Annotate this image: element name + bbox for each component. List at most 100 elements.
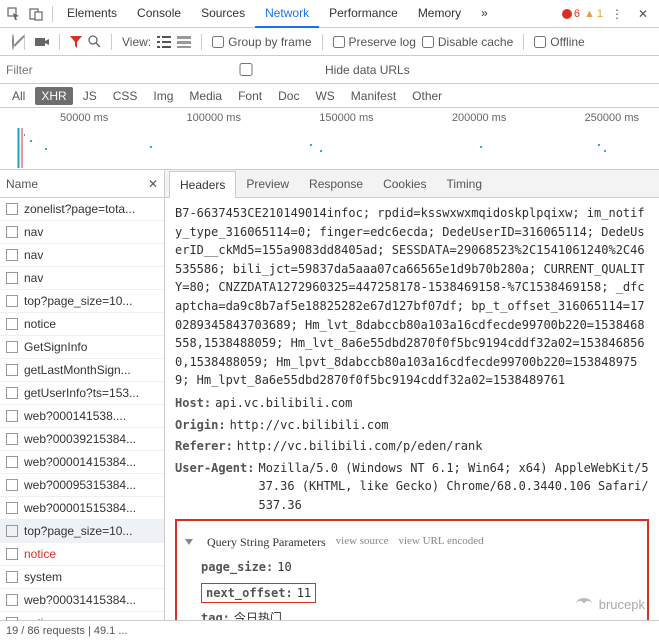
request-item[interactable]: top?page_size=10... [0, 290, 164, 313]
param-key: next_offset: [206, 584, 293, 603]
clear-icon[interactable] [12, 35, 14, 49]
request-item[interactable]: top?page_size=10... [0, 520, 164, 543]
request-item[interactable]: notice [0, 612, 164, 620]
request-item[interactable]: web?00031415384... [0, 589, 164, 612]
file-icon [6, 341, 18, 353]
request-item[interactable]: getLastMonthSign... [0, 359, 164, 382]
type-doc[interactable]: Doc [272, 87, 305, 105]
request-item[interactable]: zonelist?page=tota... [0, 198, 164, 221]
request-item[interactable]: GetSignInfo [0, 336, 164, 359]
type-js[interactable]: JS [77, 87, 103, 105]
type-css[interactable]: CSS [107, 87, 144, 105]
request-name: top?page_size=10... [24, 524, 132, 538]
type-all[interactable]: All [6, 87, 31, 105]
request-item[interactable]: notice [0, 543, 164, 566]
request-name: web?000141538.... [24, 409, 126, 423]
file-icon [6, 272, 18, 284]
kebab-menu-icon[interactable]: ⋮ [607, 4, 627, 24]
search-icon[interactable] [88, 35, 101, 48]
request-item[interactable]: web?00001515384... [0, 497, 164, 520]
view-list-icon[interactable] [157, 36, 171, 48]
request-name: getUserInfo?ts=153... [24, 386, 139, 400]
file-icon [6, 387, 18, 399]
file-icon [6, 203, 18, 215]
header-key-user-agent: User-Agent: [175, 459, 254, 515]
inspect-icon[interactable] [4, 4, 24, 24]
type-img[interactable]: Img [147, 87, 179, 105]
timeline-overview[interactable]: 50000 ms 100000 ms 150000 ms 200000 ms 2… [0, 108, 659, 170]
checkbox-group-by-frame[interactable]: Group by frame [212, 35, 311, 49]
request-item[interactable]: nav [0, 267, 164, 290]
type-manifest[interactable]: Manifest [345, 87, 402, 105]
tab-network[interactable]: Network [255, 0, 319, 28]
filter-icon[interactable] [70, 36, 82, 48]
request-item[interactable]: web?000141538.... [0, 405, 164, 428]
detail-tab-cookies[interactable]: Cookies [373, 171, 436, 197]
request-item[interactable]: nav [0, 244, 164, 267]
device-toolbar-icon[interactable] [26, 4, 46, 24]
view-label: View: [122, 35, 151, 49]
detail-tab-headers[interactable]: Headers [169, 171, 236, 198]
request-item[interactable]: nav [0, 221, 164, 244]
request-name: web?00001515384... [24, 501, 136, 515]
request-name: nav [24, 225, 43, 239]
detail-tab-response[interactable]: Response [299, 171, 373, 197]
request-list[interactable]: zonelist?page=tota...navnavnavtop?page_s… [0, 198, 164, 620]
column-header-name[interactable]: Name [6, 177, 38, 191]
error-count[interactable]: 6 [562, 8, 580, 20]
close-devtools-icon[interactable]: ✕ [633, 4, 653, 24]
request-item[interactable]: system [0, 566, 164, 589]
request-item[interactable]: getUserInfo?ts=153... [0, 382, 164, 405]
warning-count[interactable]: ▲1 [584, 8, 603, 20]
tab-more[interactable]: » [471, 0, 498, 28]
request-item[interactable]: web?00039215384... [0, 428, 164, 451]
file-icon [6, 456, 18, 468]
header-key-origin: Origin: [175, 416, 226, 435]
expand-icon[interactable] [185, 539, 193, 545]
checkbox-preserve-log[interactable]: Preserve log [333, 35, 416, 49]
request-name: web?00039215384... [24, 432, 136, 446]
type-font[interactable]: Font [232, 87, 268, 105]
file-icon [6, 249, 18, 261]
request-item[interactable]: notice [0, 313, 164, 336]
query-string-parameters-box: Query String Parameters view source view… [175, 519, 649, 621]
link-view-source[interactable]: view source [336, 533, 389, 550]
request-name: nav [24, 248, 43, 262]
checkbox-hide-data-urls[interactable]: Hide data URLs [171, 63, 410, 77]
close-detail-icon[interactable]: ✕ [148, 177, 158, 191]
checkbox-offline[interactable]: Offline [534, 35, 584, 49]
file-icon [6, 525, 18, 537]
file-icon [6, 433, 18, 445]
type-ws[interactable]: WS [309, 87, 340, 105]
file-icon [6, 295, 18, 307]
request-name: getLastMonthSign... [24, 363, 131, 377]
type-xhr[interactable]: XHR [35, 87, 72, 105]
header-key-referer: Referer: [175, 437, 233, 456]
tab-memory[interactable]: Memory [408, 0, 471, 28]
tab-sources[interactable]: Sources [191, 0, 255, 28]
param-value: 今日热门 [234, 609, 282, 620]
view-large-icon[interactable] [177, 36, 191, 48]
file-icon [6, 571, 18, 583]
link-view-url-encoded[interactable]: view URL encoded [398, 533, 483, 550]
tick-label: 100000 ms [187, 112, 241, 124]
request-item[interactable]: web?00095315384... [0, 474, 164, 497]
tab-elements[interactable]: Elements [57, 0, 127, 28]
detail-tab-timing[interactable]: Timing [436, 171, 492, 197]
param-value: 10 [277, 558, 291, 577]
request-name: GetSignInfo [24, 340, 87, 354]
section-title-qsp[interactable]: Query String Parameters [207, 533, 326, 552]
type-other[interactable]: Other [406, 87, 448, 105]
type-media[interactable]: Media [183, 87, 228, 105]
request-item[interactable]: web?00001415384... [0, 451, 164, 474]
header-value-cookie: B7-6637453CE210149014infoc; rpdid=ksswxw… [175, 204, 649, 390]
request-name: web?00095315384... [24, 478, 136, 492]
tick-label: 200000 ms [452, 112, 506, 124]
camera-icon[interactable] [35, 36, 49, 48]
file-icon [6, 502, 18, 514]
detail-tab-preview[interactable]: Preview [236, 171, 299, 197]
checkbox-disable-cache[interactable]: Disable cache [422, 35, 513, 49]
tab-performance[interactable]: Performance [319, 0, 408, 28]
filter-input[interactable] [6, 63, 161, 77]
tab-console[interactable]: Console [127, 0, 191, 28]
